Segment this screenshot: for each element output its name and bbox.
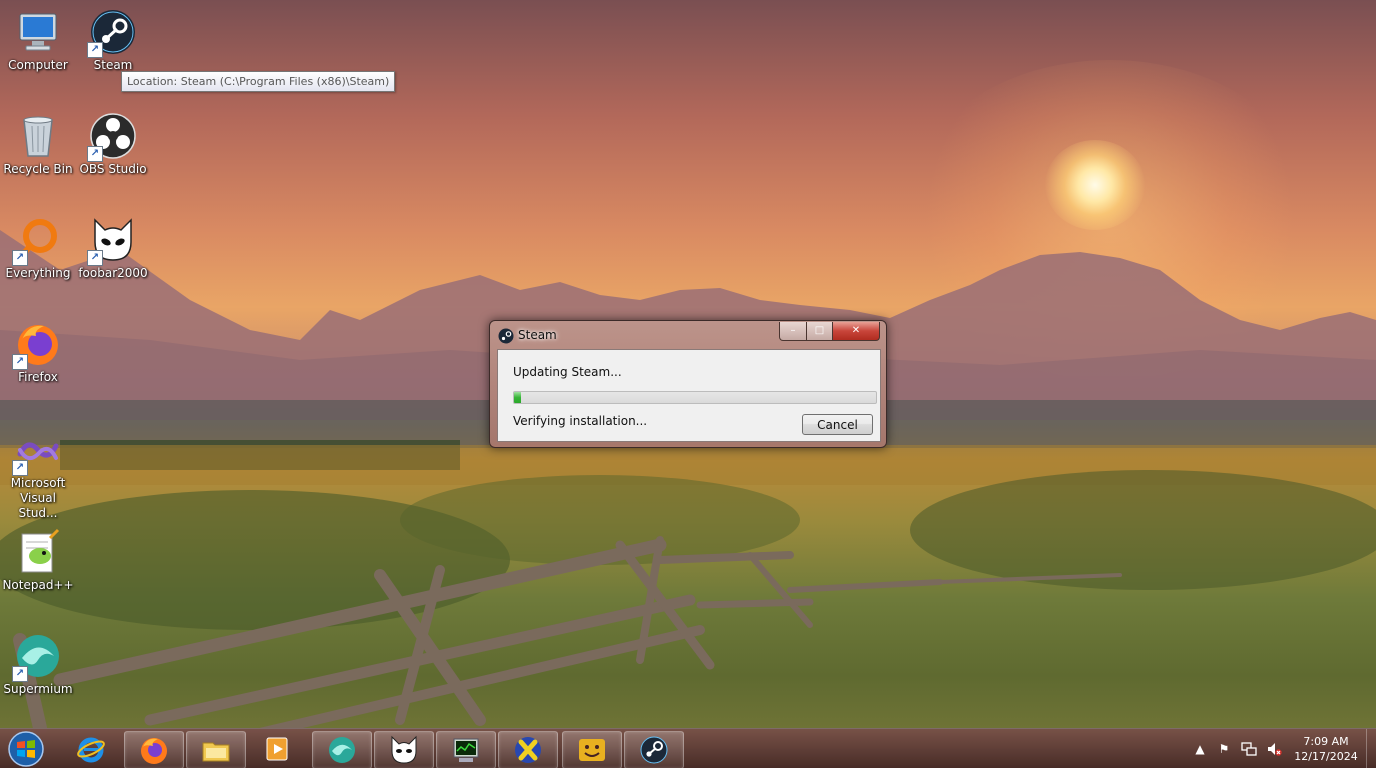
computer-icon bbox=[19, 13, 57, 51]
taskbar-xming[interactable] bbox=[498, 731, 558, 768]
system-clock[interactable]: 7:09 AM 12/17/2024 bbox=[1288, 734, 1364, 764]
file-explorer-icon bbox=[202, 742, 230, 762]
desktop-icon-visual-studio[interactable]: ↗ Microsoft Visual Stud... bbox=[0, 432, 76, 521]
desktop-icon-notepad-plus-plus[interactable]: Notepad++ bbox=[0, 528, 76, 593]
desktop-icon-recycle-bin[interactable]: Recycle Bin bbox=[0, 112, 76, 177]
desktop-icon-label: Computer bbox=[8, 58, 68, 72]
desktop-icon-label: Recycle Bin bbox=[3, 162, 73, 176]
desktop-icon-label: Supermium bbox=[3, 682, 73, 696]
action-center-flag-icon[interactable]: ⚑ bbox=[1216, 741, 1232, 757]
shortcut-arrow-icon: ↗ bbox=[87, 250, 103, 266]
start-button[interactable] bbox=[6, 730, 46, 768]
xming-x-icon bbox=[515, 737, 541, 763]
desktop: Computer ↗ Steam Recycle Bin ↗ OBS Studi… bbox=[0, 0, 1376, 768]
taskbar-internet-explorer[interactable] bbox=[62, 731, 120, 767]
media-player-icon bbox=[266, 737, 288, 761]
notepad-plus-plus-icon bbox=[21, 528, 60, 573]
minimize-button[interactable]: – bbox=[779, 322, 807, 341]
taskbar-file-explorer[interactable] bbox=[186, 731, 246, 768]
clock-date: 12/17/2024 bbox=[1294, 750, 1358, 763]
show-hidden-icons-button[interactable]: ▲ bbox=[1192, 741, 1208, 757]
network-icon[interactable] bbox=[1241, 741, 1257, 757]
update-detail-text: Verifying installation... bbox=[513, 414, 648, 428]
show-desktop-button[interactable] bbox=[1366, 729, 1376, 768]
dialog-client-area: Updating Steam... Verifying installation… bbox=[497, 349, 881, 442]
shortcut-arrow-icon: ↗ bbox=[12, 250, 28, 266]
taskbar-supermium[interactable] bbox=[312, 731, 372, 768]
supermium-icon bbox=[329, 737, 355, 763]
update-progress-bar bbox=[513, 391, 877, 404]
taskbar-task-manager[interactable] bbox=[436, 731, 496, 768]
desktop-icon-label: Firefox bbox=[18, 370, 58, 384]
dialog-title: Steam bbox=[518, 328, 557, 342]
firefox-icon bbox=[141, 738, 167, 764]
taskbar-firefox[interactable] bbox=[124, 731, 184, 768]
desktop-icon-foobar2000[interactable]: ↗ foobar2000 bbox=[75, 216, 151, 281]
desktop-icon-label: OBS Studio bbox=[79, 162, 147, 176]
icon-location-tooltip: Location: Steam (C:\Program Files (x86)\… bbox=[121, 71, 396, 92]
maximize-button[interactable]: □ bbox=[806, 322, 833, 341]
desktop-icon-supermium[interactable]: ↗ Supermium bbox=[0, 632, 76, 697]
volume-muted-icon[interactable] bbox=[1266, 741, 1282, 757]
recycle-bin-icon bbox=[23, 116, 53, 157]
desktop-icon-firefox[interactable]: ↗ Firefox bbox=[0, 320, 76, 385]
shortcut-arrow-icon: ↗ bbox=[87, 42, 103, 58]
shortcut-arrow-icon: ↗ bbox=[12, 354, 28, 370]
desktop-icon-obs-studio[interactable]: ↗ OBS Studio bbox=[75, 112, 151, 177]
taskbar-media-player[interactable] bbox=[248, 731, 306, 767]
speaker-icon bbox=[1268, 743, 1282, 756]
desktop-icon-steam[interactable]: ↗ Steam bbox=[75, 8, 151, 73]
steam-icon bbox=[640, 736, 668, 764]
update-status-text: Updating Steam... bbox=[513, 365, 622, 379]
taskbar-steam[interactable] bbox=[624, 731, 684, 768]
desktop-icon-label: Notepad++ bbox=[2, 578, 74, 592]
desktop-icon-everything[interactable]: ↗ Everything bbox=[0, 216, 76, 281]
internet-explorer-icon bbox=[77, 737, 105, 763]
desktop-icon-label: Microsoft Visual Stud... bbox=[10, 476, 66, 520]
steam-icon bbox=[498, 328, 514, 344]
shortcut-arrow-icon: ↗ bbox=[87, 146, 103, 162]
close-button[interactable]: ✕ bbox=[832, 322, 880, 341]
shortcut-arrow-icon: ↗ bbox=[12, 460, 28, 476]
foobar2000-icon bbox=[391, 735, 417, 764]
network-monitor-icon bbox=[1241, 742, 1257, 756]
taskbar-foobar2000[interactable] bbox=[374, 731, 434, 768]
desktop-icon-label: foobar2000 bbox=[78, 266, 148, 280]
clock-time: 7:09 AM bbox=[1303, 735, 1349, 748]
task-manager-icon bbox=[453, 738, 479, 762]
desktop-icon-computer[interactable]: Computer bbox=[0, 8, 76, 73]
taskbar-smiley-app[interactable] bbox=[562, 731, 622, 768]
desktop-icon-label: Everything bbox=[5, 266, 71, 280]
windows-orb-icon bbox=[8, 731, 44, 767]
shortcut-arrow-icon: ↗ bbox=[12, 666, 28, 682]
steam-update-dialog: Steam – □ ✕ Updating Steam... Verifying … bbox=[489, 320, 887, 448]
cancel-button[interactable]: Cancel bbox=[802, 414, 873, 435]
smiley-app-icon bbox=[579, 739, 605, 761]
progress-fill bbox=[514, 392, 522, 403]
taskbar: ▲ ⚑ 7:09 AM 12/17/2024 bbox=[0, 728, 1376, 768]
